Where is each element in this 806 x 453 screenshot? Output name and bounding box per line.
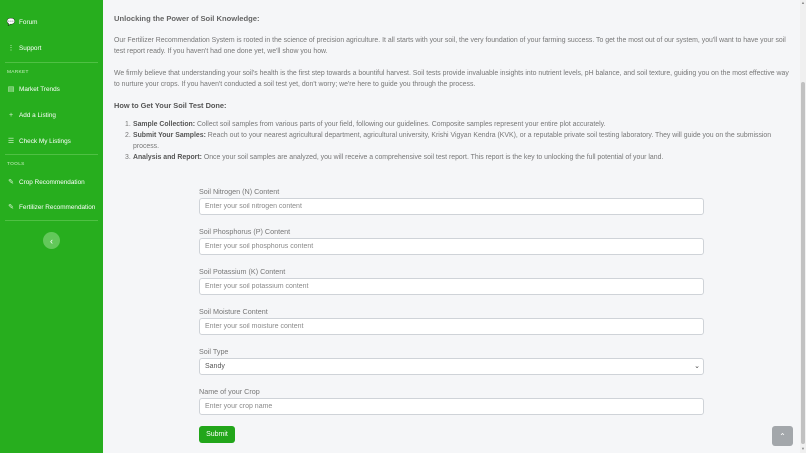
chevron-down-icon: ⌄ — [694, 363, 700, 370]
list-item: 1. Sample Collection: Collect soil sampl… — [125, 121, 606, 128]
sidebar-item-add-listing[interactable]: + Add a Listing — [7, 111, 56, 119]
forum-icon: 💬 — [6, 19, 16, 26]
nitrogen-input[interactable] — [199, 198, 704, 215]
potassium-input[interactable] — [199, 278, 704, 295]
scroll-up-arrow-icon[interactable]: ▲ — [801, 1, 805, 5]
sidebar-divider — [5, 62, 98, 63]
sidebar-item-support[interactable]: ⋮ Support — [7, 44, 42, 53]
sidebar-item-market-trends[interactable]: ▤ Market Trends — [7, 85, 60, 94]
sidebar: 💬 Forum ⋮ Support MARKET ▤ Market Trends… — [0, 0, 103, 453]
sidebar-item-forum[interactable]: 💬 Forum — [6, 18, 38, 27]
main-content: Unlocking the Power of Soil Knowledge: O… — [103, 0, 800, 453]
back-to-top-button[interactable]: ⌃ — [772, 426, 793, 446]
sidebar-item-label: Fertilizer Recommendation — [19, 203, 96, 211]
chevron-up-icon: ⌃ — [779, 431, 786, 441]
crop-name-input[interactable] — [199, 398, 704, 415]
soil-type-select-box[interactable]: Sandy ⌄ — [199, 358, 704, 375]
list-item: 3. Analysis and Report: Once your soil s… — [125, 153, 664, 161]
soil-type-label: Soil Type — [199, 347, 229, 356]
phosphorus-input[interactable] — [199, 238, 704, 255]
moisture-label: Soil Moisture Content — [199, 307, 268, 316]
page-title: Unlocking the Power of Soil Knowledge: — [114, 14, 260, 23]
sidebar-item-check-listings[interactable]: ☰ Check My Listings — [7, 137, 71, 146]
sidebar-item-label: Add a Listing — [19, 111, 56, 119]
submit-button[interactable]: Submit — [199, 426, 235, 443]
fertilizer-form: Soil Nitrogen (N) Content Soil Phosphoru… — [199, 186, 704, 443]
potassium-label: Soil Potassium (K) Content — [199, 267, 286, 276]
moisture-input[interactable] — [199, 318, 704, 335]
list-item: 2. Submit Your Samples: Reach out to you… — [125, 131, 772, 150]
soil-type-selected-value: Sandy — [205, 363, 225, 370]
plus-icon: + — [8, 111, 14, 119]
sidebar-item-label: Crop Recommendation — [19, 178, 85, 186]
steps-list: 1. Sample Collection: Collect soil sampl… — [114, 120, 790, 164]
soil-health-paragraph: We firmly believe that understanding you… — [114, 70, 789, 88]
sidebar-collapse-button[interactable]: ‹ — [43, 232, 60, 249]
sidebar-item-label: Support — [19, 44, 42, 52]
nitrogen-label: Soil Nitrogen (N) Content — [199, 187, 280, 196]
wrench-icon: ✎ — [8, 204, 14, 211]
wrench-icon: ✎ — [8, 179, 14, 186]
market-trends-icon: ▤ — [7, 86, 15, 93]
sidebar-section-market: MARKET — [7, 70, 29, 75]
sidebar-section-tools: TOOLS — [7, 162, 25, 167]
section-heading: How to Get Your Soil Test Done: — [114, 101, 227, 110]
sidebar-divider — [5, 220, 98, 221]
list-icon: ☰ — [7, 138, 15, 145]
sidebar-item-crop-recommendation[interactable]: ✎ Crop Recommendation — [7, 178, 85, 187]
sidebar-item-label: Forum — [19, 18, 38, 26]
phosphorus-label: Soil Phosphorus (P) Content — [199, 227, 291, 236]
crop-label: Name of your Crop — [199, 387, 260, 396]
scroll-down-arrow-icon[interactable]: ▼ — [801, 447, 805, 451]
support-icon: ⋮ — [7, 45, 15, 52]
intro-paragraph: Our Fertilizer Recommendation System is … — [114, 37, 786, 55]
chevron-left-icon: ‹ — [50, 235, 53, 246]
sidebar-item-fertilizer-recommendation[interactable]: ✎ Fertilizer Recommendation — [7, 203, 96, 212]
sidebar-item-label: Market Trends — [19, 85, 60, 93]
sidebar-item-label: Check My Listings — [19, 137, 71, 145]
page-scrollbar[interactable]: ▲ ▼ — [800, 0, 806, 453]
scrollbar-thumb[interactable] — [801, 82, 805, 444]
sidebar-divider — [5, 154, 98, 155]
soil-type-select[interactable]: Sandy ⌄ — [199, 358, 704, 375]
